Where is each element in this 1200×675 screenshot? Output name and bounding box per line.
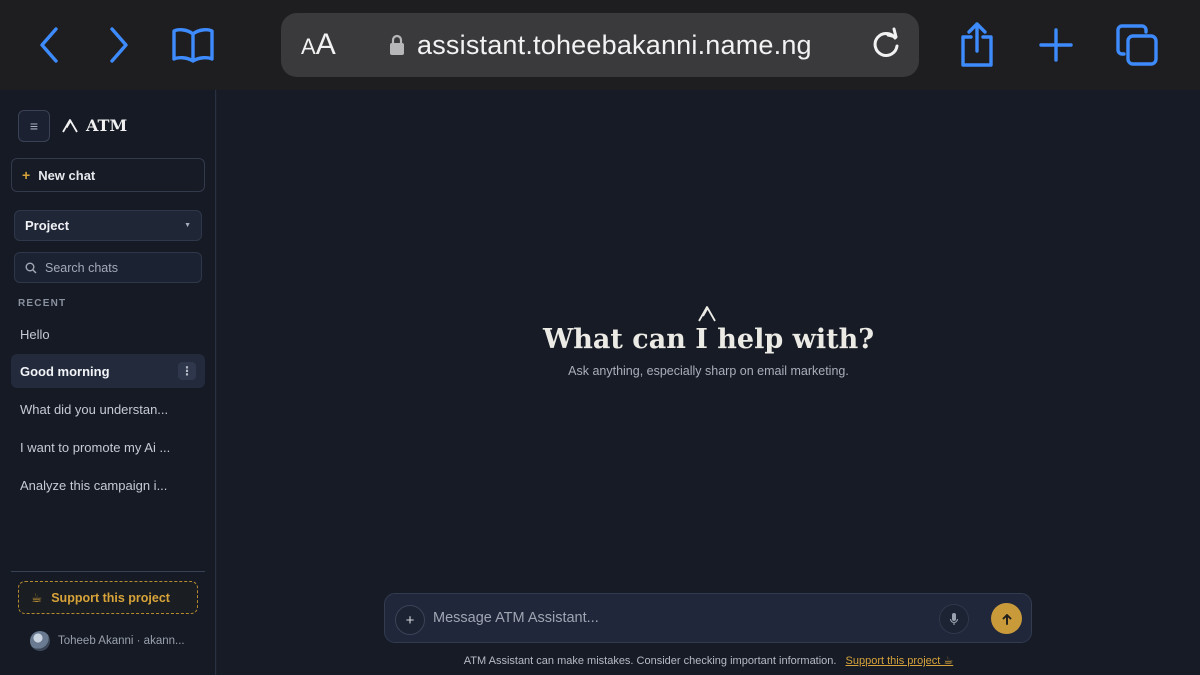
back-icon[interactable] bbox=[22, 18, 76, 72]
chat-item[interactable]: Analyze this campaign i... bbox=[11, 468, 205, 502]
address-bar[interactable]: AA assistant.toheebakanni.name.ng bbox=[281, 13, 919, 77]
message-input[interactable]: Message ATM Assistant... bbox=[433, 610, 599, 626]
sidebar: ≡ ATM + New chat Project ▼ Search chats … bbox=[0, 90, 216, 675]
chat-item-title: Analyze this campaign i... bbox=[20, 477, 168, 493]
microphone-icon bbox=[949, 613, 959, 625]
attach-button[interactable]: + bbox=[395, 605, 425, 635]
reload-icon[interactable] bbox=[869, 27, 903, 68]
lock-icon bbox=[389, 34, 405, 61]
main-panel: What can I help with? Ask anything, espe… bbox=[217, 90, 1200, 675]
forward-icon[interactable] bbox=[92, 18, 146, 72]
plus-icon: + bbox=[405, 611, 415, 629]
search-chats-input[interactable]: Search chats bbox=[14, 252, 202, 283]
project-select-value: Project bbox=[25, 218, 70, 233]
support-project-link[interactable]: Support this project ☕ bbox=[846, 655, 954, 667]
browser-toolbar: AA assistant.toheebakanni.name.ng bbox=[0, 0, 1200, 90]
user-profile[interactable]: Toheeb Akanni · akann... bbox=[30, 631, 185, 651]
tabs-icon[interactable] bbox=[1110, 18, 1164, 72]
chat-item-title: Hello bbox=[20, 326, 50, 342]
new-tab-icon[interactable] bbox=[1029, 18, 1083, 72]
logo-icon bbox=[698, 306, 716, 322]
user-name: Toheeb Akanni · akann... bbox=[58, 635, 185, 647]
chat-item-title: I want to promote my Ai ... bbox=[20, 439, 171, 455]
message-composer[interactable]: + Message ATM Assistant... bbox=[384, 593, 1032, 643]
chat-item[interactable]: I want to promote my Ai ... bbox=[11, 430, 205, 464]
search-placeholder: Search chats bbox=[45, 260, 118, 275]
chat-item[interactable]: What did you understan... bbox=[11, 392, 205, 426]
new-chat-label: New chat bbox=[38, 167, 96, 183]
chat-item-title: What did you understan... bbox=[20, 401, 169, 417]
brand[interactable]: ATM bbox=[62, 116, 127, 135]
project-select[interactable]: Project ▼ bbox=[14, 210, 202, 241]
chat-item-title: Good morning bbox=[20, 363, 110, 379]
search-icon bbox=[25, 262, 37, 273]
disclaimer: ATM Assistant can make mistakes. Conside… bbox=[217, 654, 1200, 667]
text-size-button[interactable]: AA bbox=[301, 29, 336, 63]
microphone-button[interactable] bbox=[939, 604, 969, 634]
recent-section-label: RECENT bbox=[18, 298, 67, 309]
more-options-icon[interactable]: ⋮ bbox=[178, 362, 196, 380]
support-project-button[interactable]: ☕ Support this project bbox=[18, 581, 198, 614]
new-chat-button[interactable]: + New chat bbox=[11, 158, 205, 192]
avatar bbox=[30, 631, 50, 651]
chat-item-active[interactable]: Good morning ⋮ bbox=[11, 354, 205, 388]
disclaimer-text: ATM Assistant can make mistakes. Conside… bbox=[463, 655, 837, 667]
bookmarks-icon[interactable] bbox=[166, 18, 220, 72]
share-icon[interactable] bbox=[950, 18, 1004, 72]
send-button[interactable] bbox=[991, 603, 1022, 634]
chat-item[interactable]: Hello bbox=[11, 317, 205, 351]
coffee-icon: ☕ bbox=[31, 591, 43, 605]
page-subtitle: Ask anything, especially sharp on email … bbox=[568, 364, 849, 378]
menu-icon: ≡ bbox=[29, 118, 39, 134]
sidebar-toggle-button[interactable]: ≡ bbox=[18, 110, 50, 142]
page-title: What can I help with? bbox=[542, 324, 875, 355]
plus-icon: + bbox=[22, 167, 31, 183]
arrow-up-icon bbox=[1002, 613, 1011, 625]
url-text[interactable]: assistant.toheebakanni.name.ng bbox=[417, 28, 812, 62]
sidebar-divider bbox=[11, 571, 205, 572]
support-label: Support this project bbox=[51, 590, 170, 605]
logo-icon bbox=[62, 118, 78, 132]
caret-down-icon: ▼ bbox=[184, 222, 191, 229]
brand-name: ATM bbox=[86, 116, 128, 135]
